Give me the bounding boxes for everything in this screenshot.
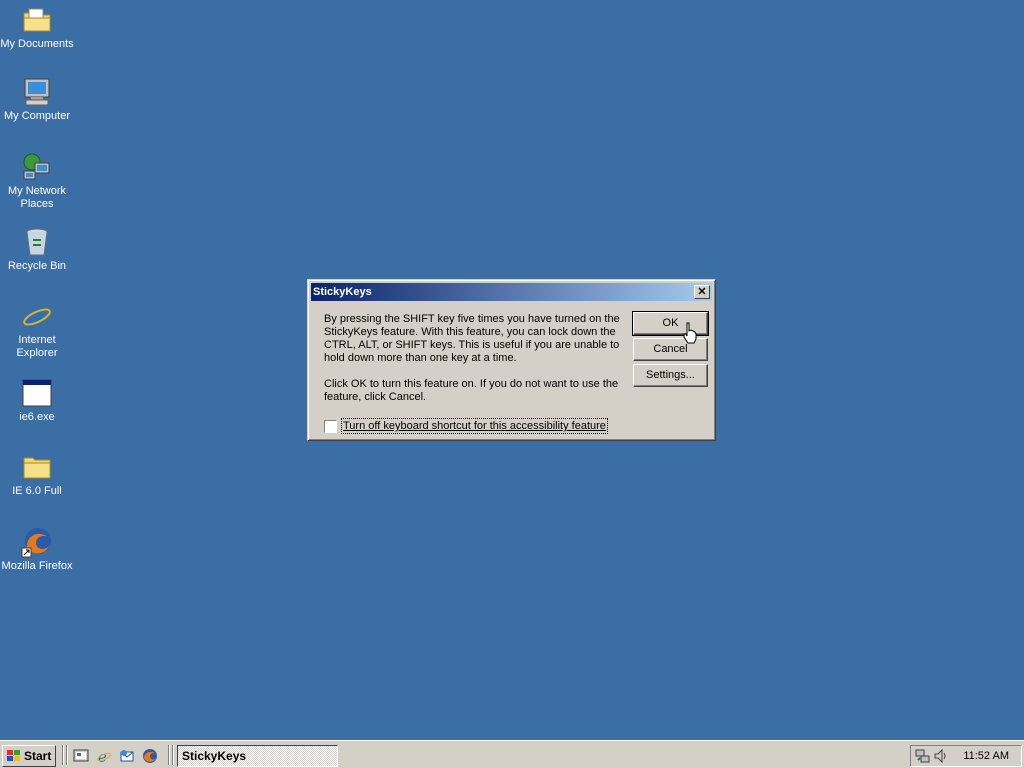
desktop-icon-label: My Computer — [3, 110, 71, 122]
desktop-icon-ie6-exe[interactable]: ie6.exe — [0, 377, 74, 424]
internet-explorer-icon: e — [21, 300, 53, 336]
desktop-icon-label: My Documents — [0, 38, 74, 50]
taskbar: Start e StickyKeys 11:52 AM — [0, 740, 1024, 768]
taskbar-separator — [62, 745, 64, 765]
taskbar-separator — [172, 745, 174, 765]
desktop-icon-label: IE 6.0 Full — [12, 485, 62, 497]
firefox-icon — [21, 526, 53, 558]
close-icon: ✕ — [697, 286, 707, 298]
desktop-icon-label: Mozilla Firefox — [1, 560, 73, 572]
desktop-icon-internet-explorer[interactable]: e Internet Explorer — [0, 300, 74, 360]
desktop-icon-my-network-places[interactable]: My Network Places — [0, 151, 74, 211]
windows-logo-icon — [6, 749, 22, 763]
recycle-bin-icon — [21, 226, 53, 258]
firefox-icon[interactable] — [142, 748, 158, 764]
settings-button[interactable]: Settings... — [633, 364, 708, 387]
taskbar-separator — [168, 745, 170, 765]
desktop-icon-label: ie6.exe — [19, 411, 55, 423]
network-places-icon — [21, 151, 53, 183]
desktop-icon-recycle-bin[interactable]: Recycle Bin — [0, 226, 74, 273]
system-tray: 11:52 AM — [910, 745, 1022, 767]
application-window-icon — [21, 377, 53, 409]
dialog-message-instruction: Click OK to turn this feature on. If you… — [324, 378, 619, 403]
outlook-express-icon[interactable] — [119, 748, 135, 764]
desktop-icon-ie-6-full[interactable]: IE 6.0 Full — [0, 451, 74, 498]
desktop-icon-mozilla-firefox[interactable]: Mozilla Firefox — [0, 526, 74, 573]
stickykeys-dialog: StickyKeys ✕ By pressing the SHIFT key f… — [307, 279, 716, 441]
shortcut-checkbox-label[interactable]: Turn off keyboard shortcut for this acce… — [341, 418, 608, 434]
shortcut-checkbox[interactable] — [324, 420, 337, 433]
desktop-icon-my-computer[interactable]: My Computer — [0, 76, 74, 123]
desktop-icon-label: Internet Explorer — [16, 334, 58, 359]
network-icon[interactable] — [915, 748, 931, 767]
computer-icon — [21, 76, 53, 108]
start-button[interactable]: Start — [2, 745, 56, 767]
dialog-message-description: By pressing the SHIFT key five times you… — [324, 313, 620, 364]
desktop-icon-label: Recycle Bin — [7, 260, 67, 272]
start-label: Start — [24, 749, 52, 763]
dialog-title: StickyKeys — [313, 286, 372, 298]
mouse-cursor-icon — [682, 322, 698, 346]
taskbar-separator — [66, 745, 68, 765]
folder-documents-icon — [21, 4, 53, 36]
internet-explorer-icon[interactable]: e — [96, 748, 112, 766]
desktop-icon-my-documents[interactable]: My Documents — [0, 4, 74, 51]
close-button[interactable]: ✕ — [694, 285, 710, 299]
volume-icon[interactable] — [933, 748, 949, 767]
svg-text:e: e — [98, 748, 107, 764]
dialog-titlebar[interactable]: StickyKeys ✕ — [311, 283, 712, 301]
folder-icon — [21, 451, 53, 483]
desktop-icon-label: My Network Places — [7, 185, 67, 210]
taskbar-button-stickykeys[interactable]: StickyKeys — [177, 745, 338, 767]
clock[interactable]: 11:52 AM — [963, 746, 1009, 766]
show-desktop-icon[interactable] — [73, 748, 89, 764]
